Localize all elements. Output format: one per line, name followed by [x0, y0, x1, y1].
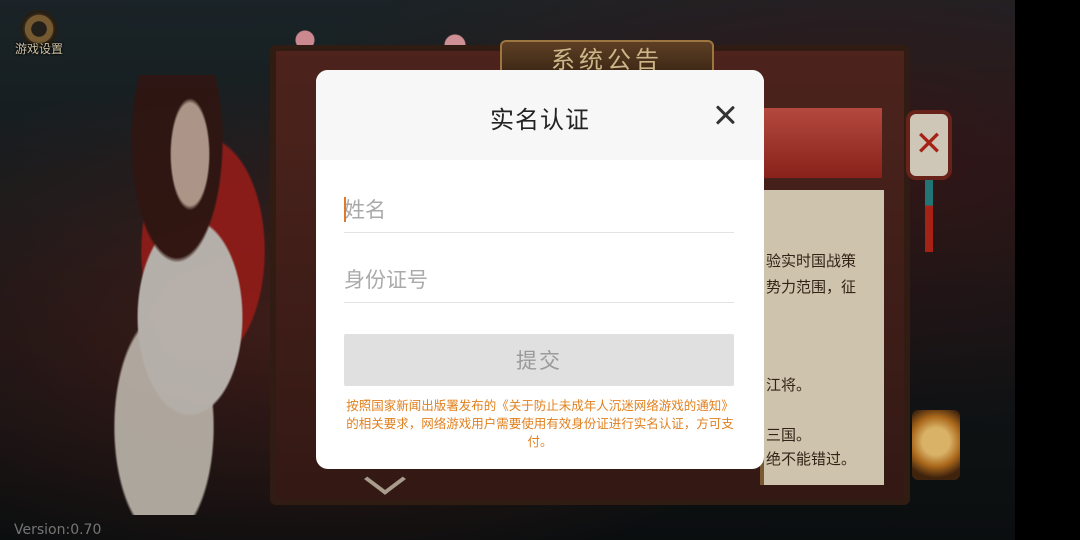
id-number-input[interactable]	[344, 258, 734, 303]
real-name-auth-dialog: 实名认证 提交 按照国家新闻出版署发布的《关于防止未成年人沉迷网络游戏的通知》的…	[316, 70, 764, 469]
dialog-header: 实名认证	[316, 70, 764, 160]
submit-button[interactable]: 提交	[344, 334, 734, 386]
anti-addiction-notice: 按照国家新闻出版署发布的《关于防止未成年人沉迷网络游戏的通知》的相关要求，网络游…	[346, 398, 734, 449]
close-icon[interactable]	[712, 102, 738, 128]
name-input[interactable]	[344, 188, 734, 233]
dialog-title: 实名认证	[490, 106, 590, 134]
text-cursor	[344, 197, 346, 222]
